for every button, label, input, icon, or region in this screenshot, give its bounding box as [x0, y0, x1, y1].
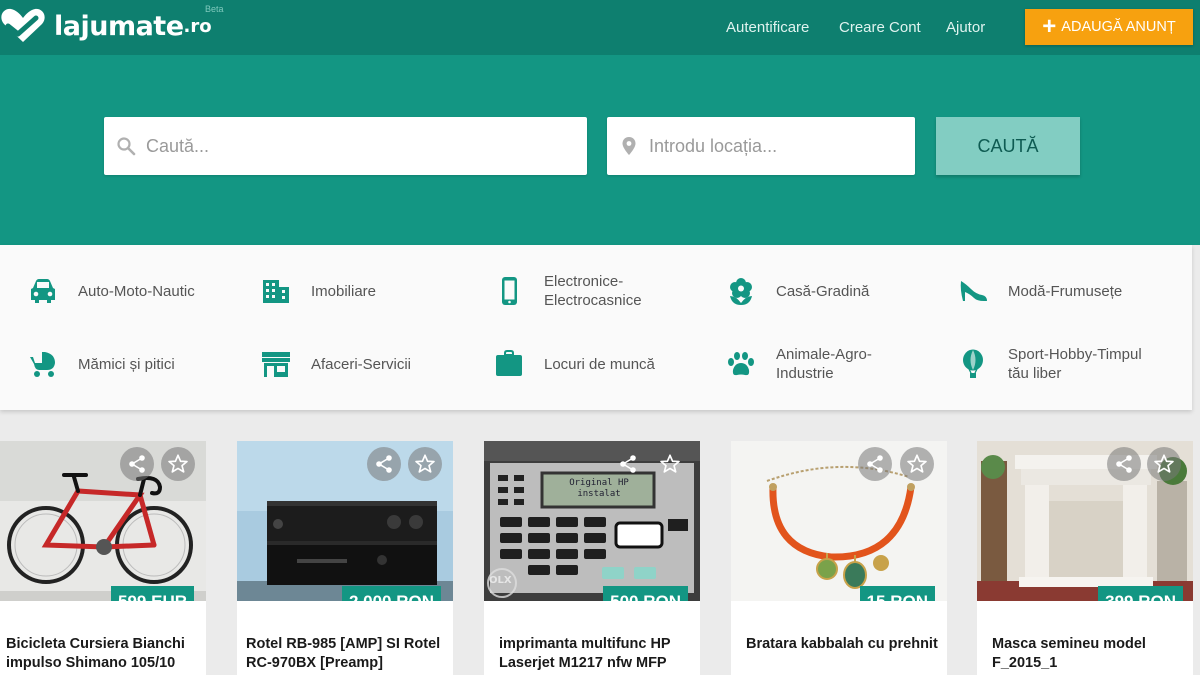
- logo-domain: .ro: [183, 15, 212, 37]
- category-real-estate[interactable]: Imobiliare: [261, 271, 461, 311]
- listing-title[interactable]: Bicicleta Cursiera Bianchi impulso Shima…: [6, 635, 206, 673]
- category-kids[interactable]: Mămici și pitici: [28, 344, 228, 384]
- category-label: Mămici și pitici: [78, 355, 175, 373]
- categories-panel: Auto-Moto-Nautic Imobiliare Electronice-…: [0, 245, 1192, 410]
- listing-title[interactable]: Masca semineu model F_2015_1: [992, 635, 1192, 673]
- beta-badge: Beta: [205, 4, 224, 14]
- listing-photo[interactable]: 2.000 RON: [237, 441, 453, 601]
- share-button[interactable]: [1107, 447, 1141, 481]
- listing-photo[interactable]: 399 RON: [977, 441, 1193, 601]
- share-button[interactable]: [611, 447, 645, 481]
- listing-photo[interactable]: Original HP instalat OLX 500 RON: [484, 441, 700, 601]
- category-label: Afaceri-Servicii: [311, 355, 412, 373]
- location-pin-icon: [622, 137, 636, 155]
- favorite-button[interactable]: [161, 447, 195, 481]
- nav-login[interactable]: Autentificare: [726, 0, 809, 55]
- category-label: Locuri de muncă: [544, 355, 655, 373]
- add-listing-label: ADAUGĂ ANUNȚ: [1061, 19, 1176, 35]
- listing-price: 2.000 RON: [341, 586, 441, 601]
- category-label: Electronice-Electrocasnice: [544, 273, 642, 309]
- search-icon: [117, 137, 136, 156]
- listing-photo[interactable]: 599 EUR: [0, 441, 206, 601]
- category-label: Casă-Gradină: [776, 282, 870, 300]
- share-icon: [129, 455, 145, 473]
- listing-price: 15 RON: [859, 586, 935, 601]
- stroller-icon: [28, 349, 58, 379]
- flower-icon: [726, 276, 756, 306]
- category-label: Sport-Hobby-Timpul tău liber: [1008, 346, 1142, 382]
- favorite-button[interactable]: [408, 447, 442, 481]
- search-hero: CAUTĂ: [0, 55, 1200, 245]
- logo-heart-icon: [1, 8, 45, 43]
- paw-icon: [726, 349, 756, 379]
- car-icon: [28, 276, 58, 306]
- listing-card[interactable]: 599 EUR Bicicleta Cursiera Bianchi impul…: [0, 441, 206, 675]
- listing-card[interactable]: 2.000 RON Rotel RB-985 [AMP] SI Rotel RC…: [237, 441, 453, 675]
- listing-card[interactable]: 15 RON Bratara kabbalah cu prehnit: [731, 441, 947, 675]
- category-animals[interactable]: Animale-Agro-Industrie: [726, 344, 926, 384]
- share-icon: [620, 455, 636, 473]
- category-business[interactable]: Afaceri-Servicii: [261, 344, 461, 384]
- nav-register[interactable]: Creare Cont: [839, 0, 921, 55]
- listing-price: 500 RON: [603, 586, 688, 601]
- logo-wordmark: lajumate: [54, 10, 184, 42]
- listing-card[interactable]: 399 RON Masca semineu model F_2015_1: [977, 441, 1193, 675]
- nav-help[interactable]: Ajutor: [946, 0, 985, 55]
- listing-price: 399 RON: [1098, 586, 1183, 601]
- search-button[interactable]: CAUTĂ: [936, 117, 1080, 175]
- store-icon: [261, 349, 291, 379]
- search-field[interactable]: [104, 117, 587, 175]
- building-icon: [261, 276, 291, 306]
- favorite-button[interactable]: [900, 447, 934, 481]
- category-fashion[interactable]: Modă-Frumusețe: [958, 271, 1158, 311]
- listing-card[interactable]: Original HP instalat OLX 500 RON imprima…: [484, 441, 700, 675]
- share-button[interactable]: [858, 447, 892, 481]
- category-home-garden[interactable]: Casă-Gradină: [726, 271, 926, 311]
- location-field[interactable]: [607, 117, 915, 175]
- star-icon: [168, 454, 188, 473]
- share-icon: [867, 455, 883, 473]
- category-label: Imobiliare: [311, 282, 377, 300]
- add-listing-button[interactable]: + ADAUGĂ ANUNȚ: [1025, 9, 1193, 45]
- top-bar: lajumate .ro Beta Autentificare Creare Co…: [0, 0, 1200, 55]
- olx-watermark: OLX: [489, 575, 512, 586]
- category-label: Auto-Moto-Nautic: [78, 282, 195, 300]
- search-input[interactable]: [146, 135, 587, 157]
- listing-price: 599 EUR: [111, 586, 194, 601]
- category-auto[interactable]: Auto-Moto-Nautic: [28, 271, 228, 311]
- category-sport-hobby[interactable]: Sport-Hobby-Timpul tău liber: [958, 344, 1158, 384]
- listing-title[interactable]: Rotel RB-985 [AMP] SI Rotel RC-970BX [Pr…: [246, 635, 446, 673]
- category-electronics[interactable]: Electronice-Electrocasnice: [494, 271, 694, 311]
- listing-title[interactable]: imprimanta multifunc HP Laserjet M1217 n…: [499, 635, 699, 673]
- star-icon: [660, 454, 680, 473]
- high-heel-icon: [958, 276, 988, 306]
- phone-icon: [494, 276, 524, 306]
- plus-icon: +: [1042, 13, 1057, 40]
- share-button[interactable]: [120, 447, 154, 481]
- star-icon: [1154, 454, 1174, 473]
- share-icon: [376, 455, 392, 473]
- category-label: Animale-Agro-Industrie: [776, 346, 872, 382]
- favorite-button[interactable]: [653, 447, 687, 481]
- listing-photo[interactable]: 15 RON: [731, 441, 947, 601]
- category-label: Modă-Frumusețe: [1008, 282, 1123, 300]
- briefcase-icon: [494, 349, 524, 379]
- logo[interactable]: lajumate .ro: [0, 6, 212, 46]
- location-input[interactable]: [649, 135, 915, 157]
- star-icon: [415, 454, 435, 473]
- printer-display-text: Original HP instalat: [569, 478, 629, 499]
- category-jobs[interactable]: Locuri de muncă: [494, 344, 694, 384]
- listing-title[interactable]: Bratara kabbalah cu prehnit: [746, 635, 946, 654]
- favorite-button[interactable]: [1147, 447, 1181, 481]
- balloon-icon: [958, 349, 988, 379]
- star-icon: [907, 454, 927, 473]
- share-button[interactable]: [367, 447, 401, 481]
- share-icon: [1116, 455, 1132, 473]
